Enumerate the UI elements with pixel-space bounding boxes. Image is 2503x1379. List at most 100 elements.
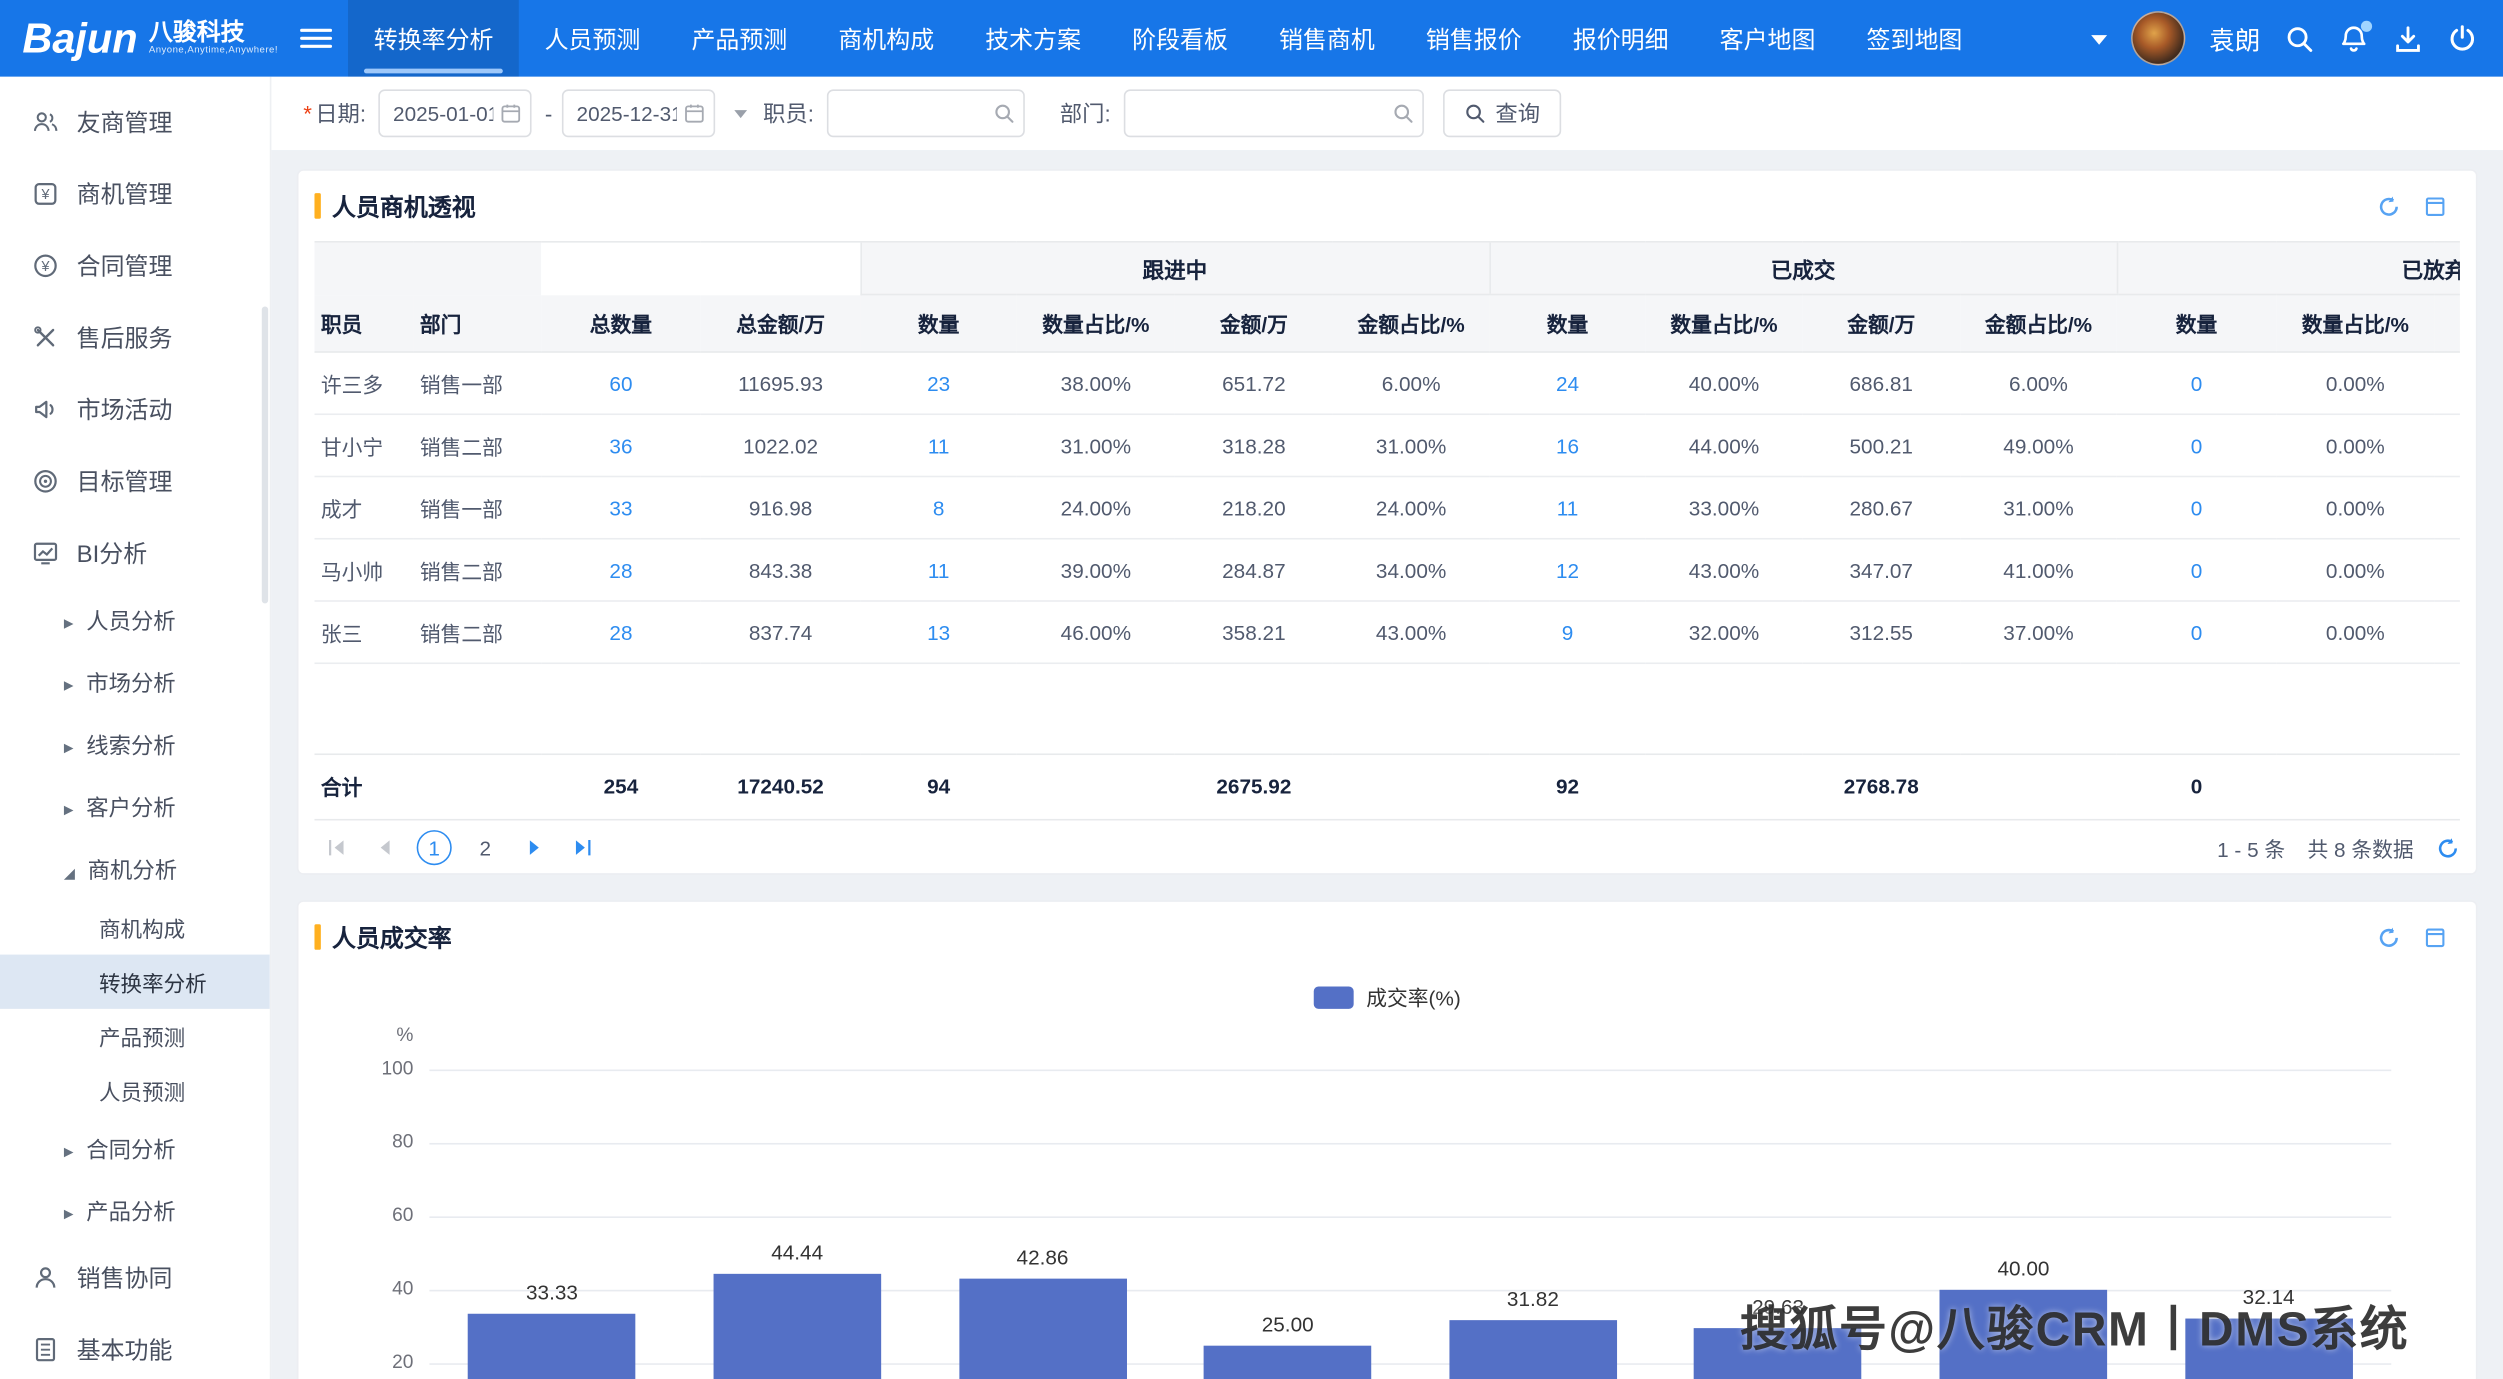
- sidebar-item-conversion-analysis[interactable]: 转换率分析: [0, 954, 270, 1009]
- date-from-input[interactable]: [380, 92, 501, 135]
- count-link-cell[interactable]: 11: [860, 414, 1017, 478]
- count-link-cell[interactable]: 13: [860, 601, 1017, 665]
- column-header: 数量占比/%: [1645, 294, 1803, 353]
- count-link-cell[interactable]: 60: [541, 351, 701, 416]
- nav-tab-stage-board[interactable]: 阶段看板: [1107, 0, 1254, 77]
- panel-toggle-icon[interactable]: [2423, 194, 2447, 218]
- sidebar-item-sales-collaboration[interactable]: 销售协同: [0, 1242, 270, 1314]
- table-cell: 39.00%: [1016, 538, 1175, 602]
- main-content: * 日期: - 职员: 部门: 查: [271, 76, 2503, 1379]
- count-link-cell[interactable]: 11: [860, 538, 1017, 602]
- count-link-cell[interactable]: 0: [2116, 414, 2277, 478]
- sidebar-item-opportunity-management[interactable]: ¥ 商机管理: [0, 158, 270, 230]
- nav-tab-conversion-analysis[interactable]: 转换率分析: [348, 0, 520, 77]
- sidebar-scrollbar[interactable]: [261, 306, 269, 604]
- sidebar-item-customer-analysis[interactable]: 客户分析: [0, 776, 270, 838]
- bar[interactable]: 42.86: [958, 1246, 1127, 1379]
- calendar-icon[interactable]: [500, 102, 530, 124]
- nav-tab-technical-solution[interactable]: 技术方案: [960, 0, 1107, 77]
- refresh-icon[interactable]: [2436, 836, 2460, 860]
- page-number-1[interactable]: 1: [416, 830, 452, 866]
- date-from-field[interactable]: [378, 89, 533, 138]
- sidebar-item-bi-analysis[interactable]: BI分析: [0, 517, 270, 589]
- table-cell: 11695.93: [700, 351, 861, 416]
- chart-legend[interactable]: 成交率(%): [299, 982, 2476, 1012]
- date-to-input[interactable]: [563, 92, 684, 135]
- first-page-icon[interactable]: [318, 828, 356, 866]
- sidebar-item-label: 客户分析: [86, 794, 176, 820]
- refresh-icon[interactable]: [2377, 194, 2401, 218]
- count-link-cell[interactable]: 0: [2116, 601, 2277, 665]
- user-name[interactable]: 袁朗: [2209, 19, 2260, 57]
- power-icon[interactable]: [2447, 23, 2477, 53]
- nav-tab-opportunity-composition[interactable]: 商机构成: [813, 0, 960, 77]
- download-icon[interactable]: [2393, 23, 2423, 53]
- count-link-cell[interactable]: 23: [860, 351, 1017, 416]
- staff-filter-input[interactable]: [828, 92, 993, 135]
- sidebar-item-product-forecast[interactable]: 产品预测: [0, 1009, 270, 1063]
- bar[interactable]: 44.44: [713, 1240, 881, 1379]
- count-link-cell[interactable]: 16: [1489, 414, 1646, 478]
- count-link-cell[interactable]: 28: [541, 538, 701, 602]
- nav-tab-quote-detail[interactable]: 报价明细: [1547, 0, 1694, 77]
- total-cell: 254: [541, 753, 701, 819]
- count-link-cell[interactable]: 0: [2116, 476, 2277, 540]
- sidebar-item-basic-functions[interactable]: 基本功能: [0, 1314, 270, 1379]
- dept-filter-input[interactable]: [1125, 92, 1392, 135]
- date-to-field[interactable]: [561, 89, 716, 138]
- bar[interactable]: 31.82: [1449, 1286, 1617, 1379]
- person-icon: [32, 1264, 59, 1291]
- nav-tab-product-forecast[interactable]: 产品预测: [666, 0, 813, 77]
- search-icon[interactable]: [993, 102, 1023, 124]
- sidebar-item-partner-management[interactable]: 友商管理: [0, 86, 270, 158]
- sidebar-item-opportunity-composition[interactable]: 商机构成: [0, 900, 270, 954]
- nav-tab-customer-map[interactable]: 客户地图: [1694, 0, 1841, 77]
- count-link-cell[interactable]: 33: [541, 476, 701, 540]
- page-number-2[interactable]: 2: [468, 830, 503, 865]
- total-cell: [2276, 753, 2435, 819]
- avatar[interactable]: [2131, 11, 2186, 66]
- group-header-abandoned: 已放弃: [2115, 241, 2460, 296]
- search-icon[interactable]: [1392, 102, 1422, 124]
- table-spacer-row: [314, 663, 2459, 754]
- sidebar-item-staff-analysis[interactable]: 人员分析: [0, 589, 270, 651]
- sidebar-item-contract-management[interactable]: ¥ 合同管理: [0, 230, 270, 302]
- count-link-cell[interactable]: 0: [2116, 538, 2277, 602]
- next-page-icon[interactable]: [516, 828, 554, 866]
- last-page-icon[interactable]: [563, 828, 601, 866]
- sidebar-item-market-activity[interactable]: 市场活动: [0, 374, 270, 446]
- sidebar-item-lead-analysis[interactable]: 线索分析: [0, 714, 270, 776]
- menu-toggle-icon[interactable]: [300, 28, 333, 48]
- prev-page-icon[interactable]: [366, 828, 404, 866]
- calendar-icon[interactable]: [683, 102, 713, 124]
- sidebar-item-product-analysis[interactable]: 产品分析: [0, 1180, 270, 1242]
- sidebar-item-after-sales[interactable]: 售后服务: [0, 302, 270, 374]
- column-header: 数量: [2116, 294, 2277, 353]
- sidebar-item-target-management[interactable]: 目标管理: [0, 445, 270, 517]
- query-button[interactable]: 查询: [1442, 89, 1561, 138]
- count-link-cell[interactable]: 0: [2116, 351, 2277, 416]
- count-link-cell[interactable]: 8: [860, 476, 1017, 540]
- nav-tab-checkin-map[interactable]: 签到地图: [1841, 0, 1988, 77]
- count-link-cell[interactable]: 36: [541, 414, 701, 478]
- count-link-cell[interactable]: 11: [1489, 476, 1646, 540]
- sidebar-item-opportunity-analysis[interactable]: 商机分析: [0, 838, 270, 900]
- nav-tab-sales-quote[interactable]: 销售报价: [1400, 0, 1547, 77]
- date-dropdown-caret-icon[interactable]: [734, 109, 748, 123]
- count-link-cell[interactable]: 9: [1489, 601, 1646, 665]
- dept-filter-field[interactable]: [1123, 89, 1424, 138]
- nav-tab-staff-forecast[interactable]: 人员预测: [519, 0, 666, 77]
- sidebar-item-staff-forecast[interactable]: 人员预测: [0, 1063, 270, 1117]
- bar[interactable]: 33.33: [468, 1281, 636, 1379]
- count-link-cell[interactable]: 24: [1489, 351, 1646, 416]
- staff-filter-field[interactable]: [826, 89, 1025, 138]
- count-link-cell[interactable]: 28: [541, 601, 701, 665]
- sidebar-item-contract-analysis[interactable]: 合同分析: [0, 1117, 270, 1179]
- notification-bell-icon[interactable]: [2339, 19, 2373, 53]
- count-link-cell[interactable]: 12: [1489, 538, 1646, 602]
- nav-more-caret-icon[interactable]: [2091, 34, 2108, 52]
- search-icon[interactable]: [2284, 23, 2314, 53]
- sidebar-item-market-analysis[interactable]: 市场分析: [0, 651, 270, 713]
- nav-tab-sales-opportunity[interactable]: 销售商机: [1253, 0, 1400, 77]
- bar[interactable]: 25.00: [1203, 1311, 1372, 1379]
